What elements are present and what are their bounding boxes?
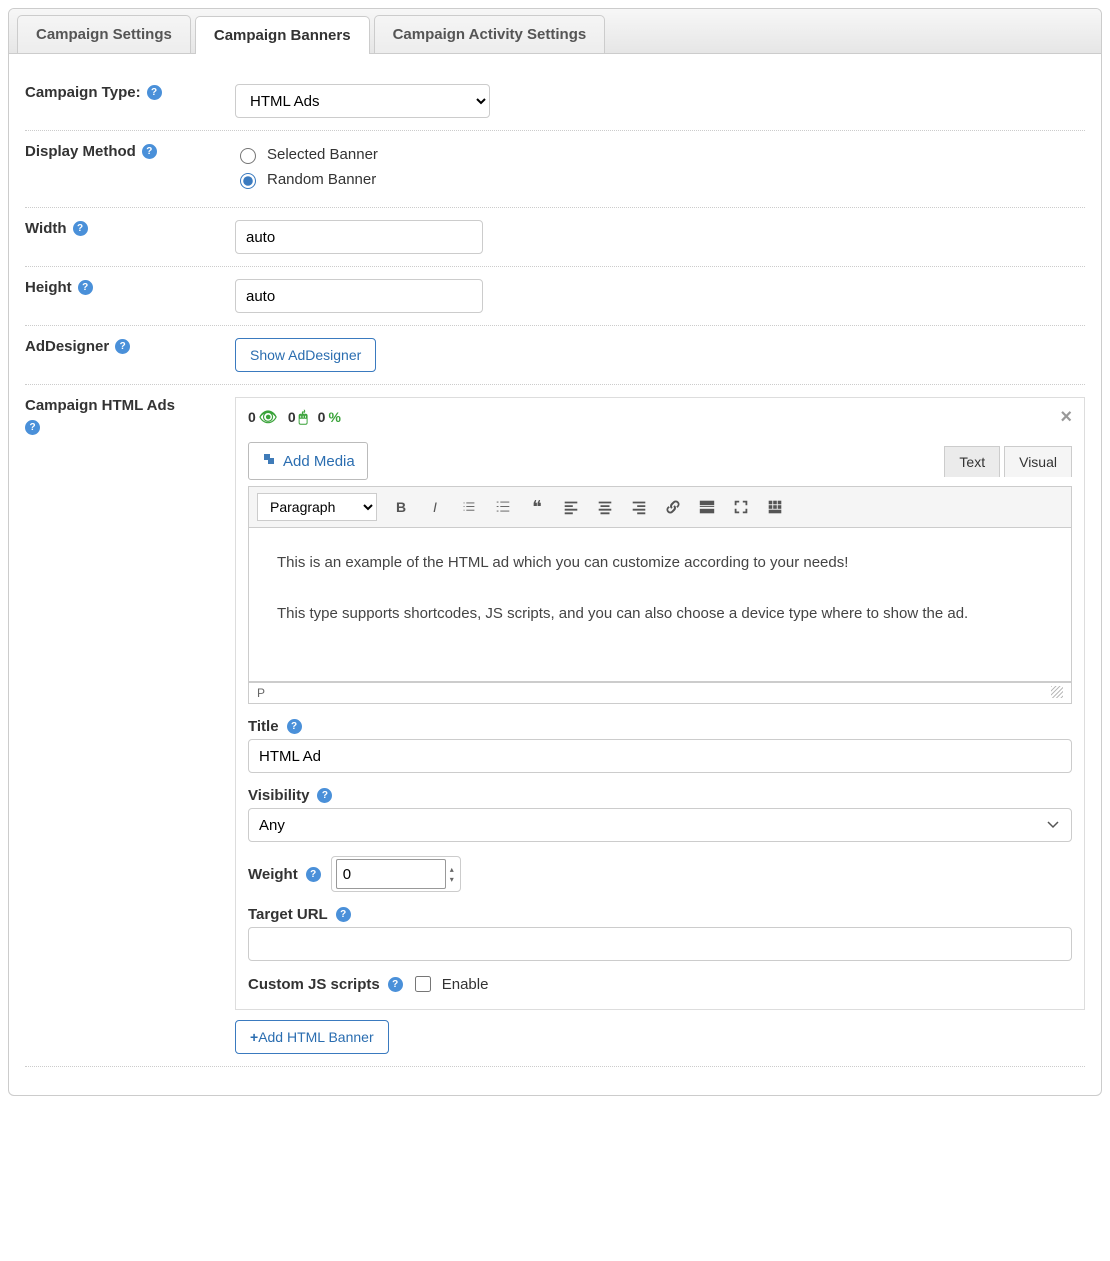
tab-content: Campaign Type: ? HTML Ads Display Method… [9, 54, 1101, 1095]
percent-icon: % [328, 409, 340, 425]
link-icon[interactable] [663, 498, 683, 516]
spin-down-icon[interactable]: ▾ [450, 875, 454, 884]
mouse-icon: 🖱 [299, 409, 308, 426]
resize-handle-icon[interactable] [1051, 686, 1063, 698]
stats-bar: 0 👁 0 🖱 0 % [248, 408, 1072, 426]
close-icon[interactable]: × [1060, 406, 1072, 429]
editor-textarea[interactable] [249, 528, 1071, 678]
radio-random-input[interactable] [240, 173, 256, 189]
spin-up-icon[interactable]: ▴ [450, 865, 454, 874]
bold-icon[interactable]: B [391, 499, 411, 515]
align-center-icon[interactable] [595, 498, 615, 516]
display-method-label: Display Method [25, 143, 136, 160]
bullet-list-icon[interactable] [459, 498, 479, 516]
visibility-label: Visibility [248, 787, 309, 804]
weight-stepper[interactable]: ▴ ▾ [331, 856, 461, 892]
title-input[interactable] [248, 739, 1072, 773]
italic-icon[interactable]: I [425, 499, 445, 515]
tab-campaign-activity[interactable]: Campaign Activity Settings [374, 15, 606, 53]
campaign-type-select[interactable]: HTML Ads [235, 84, 490, 118]
visibility-select[interactable]: Any [248, 808, 1072, 842]
quote-icon[interactable]: ❝ [527, 497, 547, 518]
html-ads-label: Campaign HTML Ads [25, 397, 175, 414]
enable-js-checkbox[interactable] [415, 976, 431, 992]
help-icon[interactable]: ? [78, 280, 93, 295]
radio-selected-input[interactable] [240, 148, 256, 164]
tab-campaign-settings[interactable]: Campaign Settings [17, 15, 191, 53]
help-icon[interactable]: ? [317, 788, 332, 803]
row-display-method: Display Method ? Selected Banner Random … [25, 131, 1085, 208]
campaign-type-label: Campaign Type: [25, 84, 141, 101]
format-select[interactable]: Paragraph [257, 493, 377, 521]
title-label: Title [248, 718, 279, 735]
target-url-label: Target URL [248, 906, 328, 923]
fullscreen-icon[interactable] [731, 498, 751, 516]
help-icon[interactable]: ? [142, 144, 157, 159]
help-icon[interactable]: ? [336, 907, 351, 922]
help-icon[interactable]: ? [388, 977, 403, 992]
readmore-icon[interactable] [697, 498, 717, 516]
row-height: Height ? [25, 267, 1085, 326]
row-campaign-type: Campaign Type: ? HTML Ads [25, 72, 1085, 131]
custom-js-row: Custom JS scripts ? Enable [248, 973, 1072, 995]
editor-tab-text[interactable]: Text [944, 446, 1000, 477]
align-right-icon[interactable] [629, 498, 649, 516]
show-addesigner-button[interactable]: Show AdDesigner [235, 338, 376, 372]
eye-icon: 👁 [259, 408, 278, 426]
help-icon[interactable]: ? [147, 85, 162, 100]
height-label: Height [25, 279, 72, 296]
help-icon[interactable]: ? [25, 420, 40, 435]
radio-random-banner[interactable]: Random Banner [235, 170, 1085, 189]
editor-tabs: Text Visual [944, 446, 1072, 477]
target-url-input[interactable] [248, 927, 1072, 961]
stat-clicks: 0 🖱 [288, 409, 308, 426]
help-icon[interactable]: ? [306, 867, 321, 882]
radio-selected-banner[interactable]: Selected Banner [235, 145, 1085, 164]
toolbar-toggle-icon[interactable] [765, 498, 785, 516]
enable-label: Enable [442, 976, 489, 993]
row-html-ads: Campaign HTML Ads ? × 0 👁 0 🖱 [25, 385, 1085, 1067]
custom-js-label: Custom JS scripts [248, 976, 380, 993]
help-icon[interactable]: ? [115, 339, 130, 354]
html-ad-card: × 0 👁 0 🖱 0 % [235, 397, 1085, 1010]
row-addesigner: AdDesigner ? Show AdDesigner [25, 326, 1085, 385]
media-icon [261, 451, 277, 471]
campaign-panel: Campaign Settings Campaign Banners Campa… [8, 8, 1102, 1096]
addesigner-label: AdDesigner [25, 338, 109, 355]
stat-views: 0 👁 [248, 408, 278, 426]
plus-icon: + [250, 1029, 258, 1045]
editor-area [248, 528, 1072, 682]
tab-campaign-banners[interactable]: Campaign Banners [195, 16, 370, 54]
path-text: P [257, 686, 265, 700]
number-list-icon[interactable] [493, 498, 513, 516]
editor-path-bar: P [248, 682, 1072, 704]
weight-label: Weight [248, 866, 298, 883]
help-icon[interactable]: ? [73, 221, 88, 236]
width-input[interactable] [235, 220, 483, 254]
add-html-banner-button[interactable]: +Add HTML Banner [235, 1020, 389, 1054]
weight-input[interactable] [336, 859, 446, 889]
help-icon[interactable]: ? [287, 719, 302, 734]
stat-ctr: 0 % [318, 409, 341, 425]
tab-bar: Campaign Settings Campaign Banners Campa… [9, 9, 1101, 54]
editor-toolbar: Paragraph B I ❝ [248, 486, 1072, 528]
align-left-icon[interactable] [561, 498, 581, 516]
width-label: Width [25, 220, 67, 237]
height-input[interactable] [235, 279, 483, 313]
editor-tab-visual[interactable]: Visual [1004, 446, 1072, 477]
add-media-button[interactable]: Add Media [248, 442, 368, 480]
row-width: Width ? [25, 208, 1085, 267]
